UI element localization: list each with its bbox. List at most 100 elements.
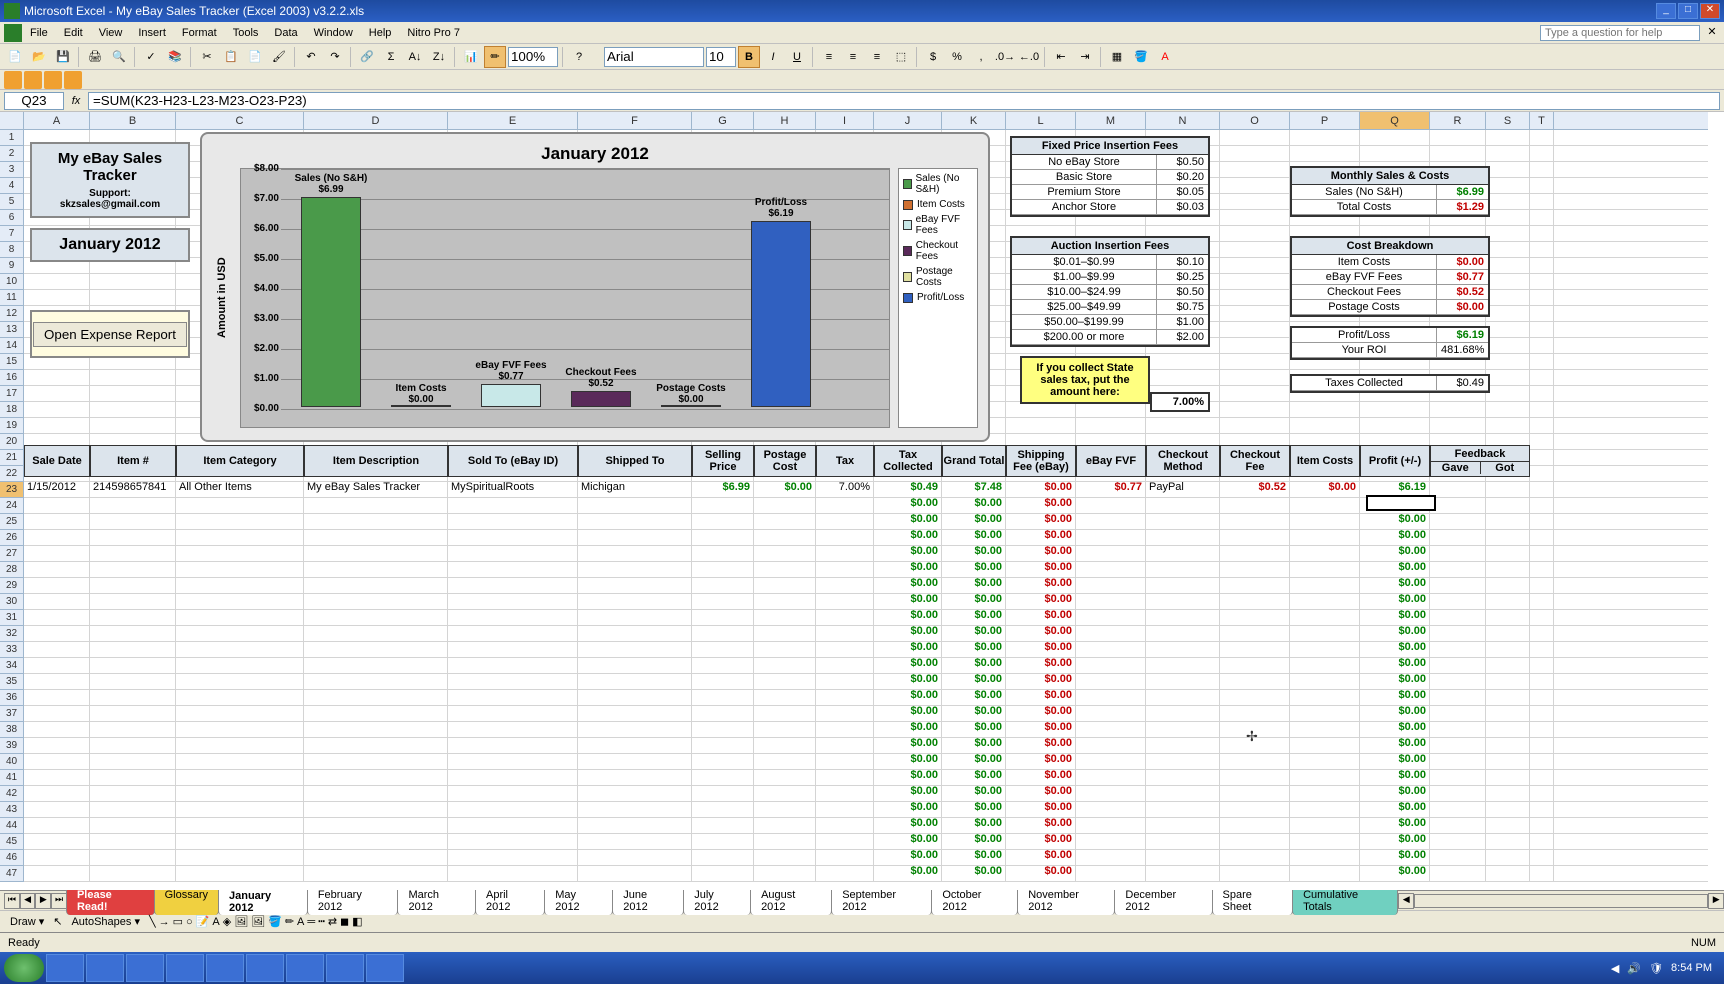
data-cell[interactable]: $0.00 xyxy=(1006,719,1076,735)
row-29[interactable]: 29 xyxy=(0,578,23,594)
data-cell[interactable] xyxy=(90,719,176,735)
data-cell[interactable]: $0.00 xyxy=(942,863,1006,879)
data-cell[interactable]: $0.00 xyxy=(1006,543,1076,559)
data-cell[interactable] xyxy=(176,735,304,751)
data-cell[interactable] xyxy=(1076,847,1146,863)
redo-icon[interactable]: ↷ xyxy=(324,46,346,68)
data-cell[interactable] xyxy=(1076,719,1146,735)
data-cell[interactable] xyxy=(176,703,304,719)
data-header[interactable]: Tax Collected xyxy=(874,445,942,477)
system-tray[interactable]: ◀ 🔊 🛡 8:54 PM xyxy=(1611,962,1720,975)
data-cell[interactable] xyxy=(1220,495,1290,511)
line-icon[interactable]: ╲ xyxy=(149,915,156,928)
data-cell[interactable] xyxy=(578,575,692,591)
3d-icon[interactable]: ◧ xyxy=(352,915,362,928)
zoom-input[interactable] xyxy=(508,47,558,67)
data-cell[interactable] xyxy=(304,687,448,703)
col-P[interactable]: P xyxy=(1290,112,1360,129)
hscroll-right[interactable]: ▶ xyxy=(1708,893,1724,909)
row-10[interactable]: 10 xyxy=(0,274,23,290)
data-cell[interactable] xyxy=(176,591,304,607)
new-icon[interactable]: 📄 xyxy=(4,46,26,68)
data-cell[interactable] xyxy=(176,847,304,863)
data-header[interactable]: Tax xyxy=(816,445,874,477)
data-cell[interactable] xyxy=(1220,511,1290,527)
data-cell[interactable] xyxy=(692,671,754,687)
textbox-icon[interactable]: 📝 xyxy=(196,915,210,928)
data-cell[interactable] xyxy=(816,735,874,751)
data-cell[interactable] xyxy=(816,511,874,527)
data-cell[interactable] xyxy=(304,607,448,623)
row-11[interactable]: 11 xyxy=(0,290,23,306)
row-14[interactable]: 14 xyxy=(0,338,23,354)
row-31[interactable]: 31 xyxy=(0,610,23,626)
data-cell[interactable]: $0.00 xyxy=(1360,671,1430,687)
formula-input[interactable] xyxy=(88,92,1720,110)
data-cell[interactable] xyxy=(24,831,90,847)
data-cell[interactable]: $0.00 xyxy=(874,799,942,815)
data-cell[interactable] xyxy=(578,511,692,527)
col-S[interactable]: S xyxy=(1486,112,1530,129)
data-cell[interactable] xyxy=(754,655,816,671)
tab-prev-button[interactable]: ◀ xyxy=(20,893,36,909)
col-J[interactable]: J xyxy=(874,112,942,129)
data-cell[interactable]: $0.00 xyxy=(942,783,1006,799)
decrease-indent-icon[interactable]: ⇤ xyxy=(1050,46,1072,68)
data-cell[interactable] xyxy=(578,751,692,767)
taskbar-item[interactable] xyxy=(166,954,204,982)
data-cell[interactable] xyxy=(1146,623,1220,639)
taskbar-item[interactable] xyxy=(246,954,284,982)
data-row[interactable]: $0.00$0.00$0.00$0.00 xyxy=(24,735,1430,751)
data-cell[interactable] xyxy=(1076,623,1146,639)
data-cell[interactable] xyxy=(90,607,176,623)
data-header[interactable]: Postage Cost xyxy=(754,445,816,477)
data-cell[interactable] xyxy=(816,591,874,607)
data-cell[interactable] xyxy=(816,655,874,671)
col-N[interactable]: N xyxy=(1146,112,1220,129)
draw-menu[interactable]: Draw ▾ xyxy=(4,913,50,930)
data-cell[interactable] xyxy=(1290,751,1360,767)
data-cell[interactable] xyxy=(24,799,90,815)
data-header[interactable]: Profit (+/-) xyxy=(1360,445,1430,477)
data-cell[interactable] xyxy=(816,703,874,719)
rectangle-icon[interactable]: ▭ xyxy=(173,915,183,928)
data-cell[interactable] xyxy=(1220,831,1290,847)
data-cell[interactable] xyxy=(176,655,304,671)
data-header[interactable]: Checkout Method xyxy=(1146,445,1220,477)
data-cell[interactable] xyxy=(816,767,874,783)
data-cell[interactable] xyxy=(578,495,692,511)
data-cell[interactable] xyxy=(578,671,692,687)
data-cell[interactable] xyxy=(1146,719,1220,735)
data-cell[interactable] xyxy=(448,767,578,783)
row-41[interactable]: 41 xyxy=(0,770,23,786)
data-cell[interactable] xyxy=(692,511,754,527)
data-cell[interactable]: $0.00 xyxy=(1006,767,1076,783)
row-headers[interactable]: 1234567891011121314151617181920212223242… xyxy=(0,130,24,882)
italic-button[interactable]: I xyxy=(762,46,784,68)
data-row[interactable]: $0.00$0.00$0.00$0.00 xyxy=(24,687,1430,703)
tab-next-button[interactable]: ▶ xyxy=(35,893,51,909)
data-cell[interactable]: $0.00 xyxy=(942,559,1006,575)
data-cell[interactable]: $0.00 xyxy=(874,767,942,783)
data-cell[interactable] xyxy=(1290,655,1360,671)
data-cell[interactable] xyxy=(448,623,578,639)
data-cell[interactable] xyxy=(754,527,816,543)
hyperlink-icon[interactable]: 🔗 xyxy=(356,46,378,68)
sheet-tab[interactable]: Glossary xyxy=(154,887,219,915)
col-M[interactable]: M xyxy=(1076,112,1146,129)
data-cell[interactable]: $0.00 xyxy=(874,847,942,863)
addin-btn-4[interactable] xyxy=(64,71,82,89)
data-cell[interactable]: $0.00 xyxy=(942,767,1006,783)
data-cell[interactable]: $0.00 xyxy=(1360,735,1430,751)
data-cell[interactable] xyxy=(90,863,176,879)
row-28[interactable]: 28 xyxy=(0,562,23,578)
data-cell[interactable] xyxy=(692,575,754,591)
data-cell[interactable] xyxy=(304,831,448,847)
data-cell[interactable] xyxy=(176,495,304,511)
data-cell[interactable] xyxy=(24,847,90,863)
data-cell[interactable] xyxy=(1146,863,1220,879)
data-cell[interactable]: $0.00 xyxy=(874,671,942,687)
data-cell[interactable] xyxy=(1220,687,1290,703)
help-icon[interactable]: ? xyxy=(568,46,590,68)
data-cell[interactable] xyxy=(90,511,176,527)
